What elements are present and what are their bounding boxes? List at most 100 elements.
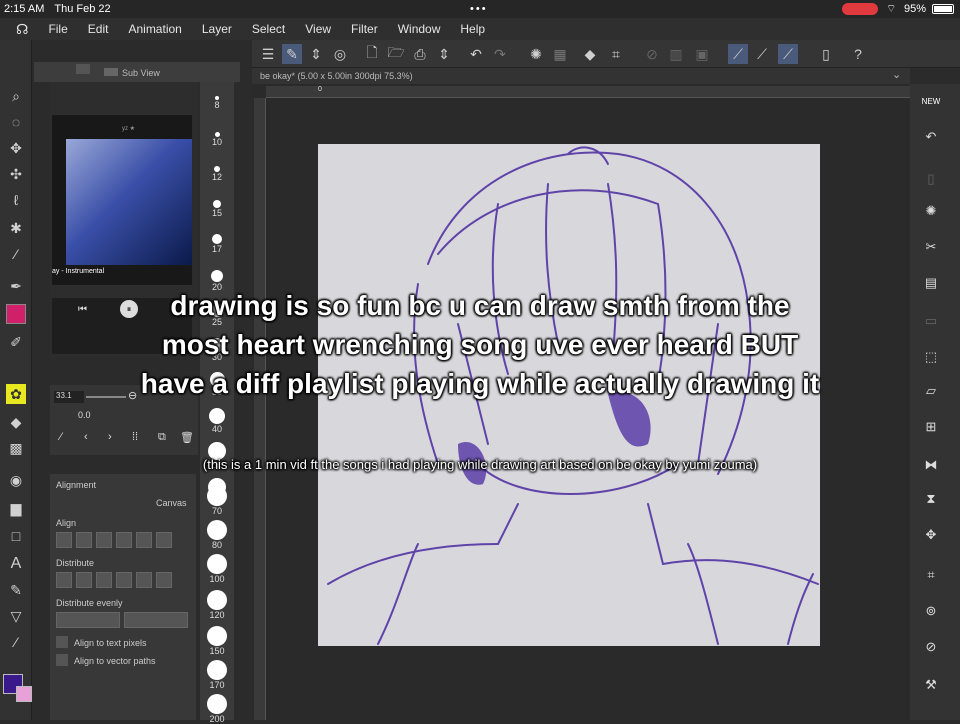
- file-icon[interactable]: ▯: [920, 168, 942, 190]
- menu-help[interactable]: Help: [460, 22, 485, 36]
- wrench-icon[interactable]: ⚒: [920, 674, 942, 696]
- deselect-icon[interactable]: ⊘: [642, 44, 662, 64]
- brush-size-item[interactable]: 100: [200, 554, 234, 584]
- brush-size-item[interactable]: 70: [200, 486, 234, 516]
- help-icon[interactable]: ?: [848, 44, 868, 64]
- align-bottom-button[interactable]: [156, 532, 172, 548]
- lock-icon[interactable]: ⊚: [920, 600, 942, 622]
- distribute-evenly-h-button[interactable]: [56, 612, 120, 628]
- spinner-icon[interactable]: ✺: [526, 44, 546, 64]
- text-tool-icon[interactable]: A: [6, 554, 26, 574]
- alignment-target[interactable]: Canvas: [156, 498, 187, 508]
- blend-tool-icon[interactable]: ▩: [6, 438, 26, 458]
- balloon-tool-icon[interactable]: ✎: [6, 580, 26, 600]
- frame-tool-icon[interactable]: ▽: [6, 606, 26, 626]
- hamburger-menu-icon[interactable]: ☰: [258, 44, 278, 64]
- new-file-icon[interactable]: 🗋: [362, 44, 382, 64]
- align-left-button[interactable]: [56, 532, 72, 548]
- distribute-button[interactable]: [96, 572, 112, 588]
- brush-size-item[interactable]: 120: [200, 590, 234, 620]
- chevron-down-icon[interactable]: ⌄: [892, 68, 901, 81]
- vector-paths-checkbox[interactable]: [56, 654, 68, 666]
- correct-line-icon[interactable]: ⁄: [6, 632, 26, 652]
- chevron-updown-icon-2[interactable]: ⇕: [434, 44, 454, 64]
- distribute-button[interactable]: [116, 572, 132, 588]
- save-icon[interactable]: ⎙: [410, 44, 430, 64]
- brush-size-item[interactable]: 17: [200, 234, 234, 254]
- move-tool-icon[interactable]: ✣: [6, 164, 26, 184]
- magic-wand-icon[interactable]: ✱: [6, 218, 26, 238]
- brush-size-item[interactable]: 15: [200, 200, 234, 218]
- image-icon[interactable]: [104, 68, 118, 76]
- eyedropper-icon[interactable]: ⁄: [6, 244, 26, 264]
- transform-icon[interactable]: ⌗: [606, 44, 626, 64]
- eyedropper-small-icon[interactable]: ⁄: [60, 431, 62, 443]
- screenshot-icon[interactable]: ⌗: [920, 564, 942, 586]
- eraser-tool-icon[interactable]: ◆: [6, 412, 26, 432]
- distribute-evenly-v-button[interactable]: [124, 612, 188, 628]
- gradient-tool-icon[interactable]: ▆: [6, 498, 26, 518]
- link-icon[interactable]: ⊘: [920, 636, 942, 658]
- menu-edit[interactable]: Edit: [88, 22, 109, 36]
- menu-animation[interactable]: Animation: [128, 22, 181, 36]
- new-badge-icon[interactable]: NEW: [920, 90, 942, 112]
- scissors-icon[interactable]: ✂: [920, 236, 942, 258]
- menu-select[interactable]: Select: [252, 22, 285, 36]
- undo-icon[interactable]: ↶: [466, 44, 486, 64]
- chevron-left-icon[interactable]: ‹: [84, 431, 88, 443]
- brush-size-item[interactable]: 12: [200, 166, 234, 182]
- move-layer-icon[interactable]: ✥: [6, 138, 26, 158]
- smartphone-icon[interactable]: ▯: [816, 44, 836, 64]
- sub-color-swatch[interactable]: [16, 686, 32, 702]
- tab-icon[interactable]: [76, 64, 90, 74]
- trash-icon[interactable]: 🗑: [180, 431, 194, 444]
- ruler-snap-icon[interactable]: ⟋: [728, 44, 748, 64]
- chevron-right-icon[interactable]: ›: [108, 431, 112, 443]
- app-logo-icon[interactable]: ☊: [16, 21, 28, 38]
- align-center-button[interactable]: [76, 532, 92, 548]
- flip-vertical-icon[interactable]: ⧗: [920, 488, 942, 510]
- settings-target-icon[interactable]: ◎: [330, 44, 350, 64]
- menu-file[interactable]: File: [48, 22, 67, 36]
- distribute-button[interactable]: [76, 572, 92, 588]
- fill-icon[interactable]: ◆: [580, 44, 600, 64]
- align-right-button[interactable]: [96, 532, 112, 548]
- distribute-button[interactable]: [136, 572, 152, 588]
- multitask-dots-icon[interactable]: •••: [470, 3, 488, 15]
- operation-tool-icon[interactable]: ◌: [6, 112, 26, 132]
- mesh-icon[interactable]: ⊞: [920, 416, 942, 438]
- loading-icon[interactable]: ✺: [920, 200, 942, 222]
- menu-layer[interactable]: Layer: [202, 22, 232, 36]
- brush-size-item[interactable]: 8: [200, 96, 234, 110]
- text-pixels-checkbox[interactable]: [56, 636, 68, 648]
- distribute-button[interactable]: [56, 572, 72, 588]
- brush-size-item[interactable]: 40: [200, 408, 234, 434]
- copy-icon[interactable]: ⧉: [158, 431, 166, 444]
- move-icon[interactable]: ✥: [920, 524, 942, 546]
- document-tab[interactable]: be okay* (5.00 x 5.00in 300dpi 75.3%) ⌄: [252, 68, 910, 84]
- brush-size-item[interactable]: 170: [200, 660, 234, 690]
- zoom-tool-icon[interactable]: ⌕: [6, 86, 26, 106]
- menu-window[interactable]: Window: [398, 22, 441, 36]
- chevron-updown-icon[interactable]: ⇕: [306, 44, 326, 64]
- grid-icon[interactable]: ⁞⁞: [132, 431, 138, 443]
- grid-snap-icon[interactable]: ⟋: [778, 44, 798, 64]
- crop-icon[interactable]: ▣: [692, 44, 712, 64]
- menu-view[interactable]: View: [305, 22, 331, 36]
- clear-icon[interactable]: ▦: [550, 44, 570, 64]
- menu-filter[interactable]: Filter: [351, 22, 378, 36]
- align-top-button[interactable]: [116, 532, 132, 548]
- invert-icon[interactable]: ▥: [666, 44, 686, 64]
- open-folder-icon[interactable]: 🗁: [386, 44, 406, 64]
- shape-tool-icon[interactable]: □: [6, 526, 26, 546]
- special-ruler-icon[interactable]: ⟋: [752, 44, 772, 64]
- redo-icon[interactable]: ↷: [490, 44, 510, 64]
- distribute-button[interactable]: [156, 572, 172, 588]
- undo-history-icon[interactable]: ↶: [920, 126, 942, 148]
- lasso-tool-icon[interactable]: ℓ: [6, 190, 26, 210]
- align-middle-button[interactable]: [136, 532, 152, 548]
- edit-tool-icon[interactable]: ✎: [282, 44, 302, 64]
- brush-size-item[interactable]: 10: [200, 132, 234, 147]
- brush-size-item[interactable]: 80: [200, 520, 234, 550]
- brush-size-item[interactable]: 150: [200, 626, 234, 656]
